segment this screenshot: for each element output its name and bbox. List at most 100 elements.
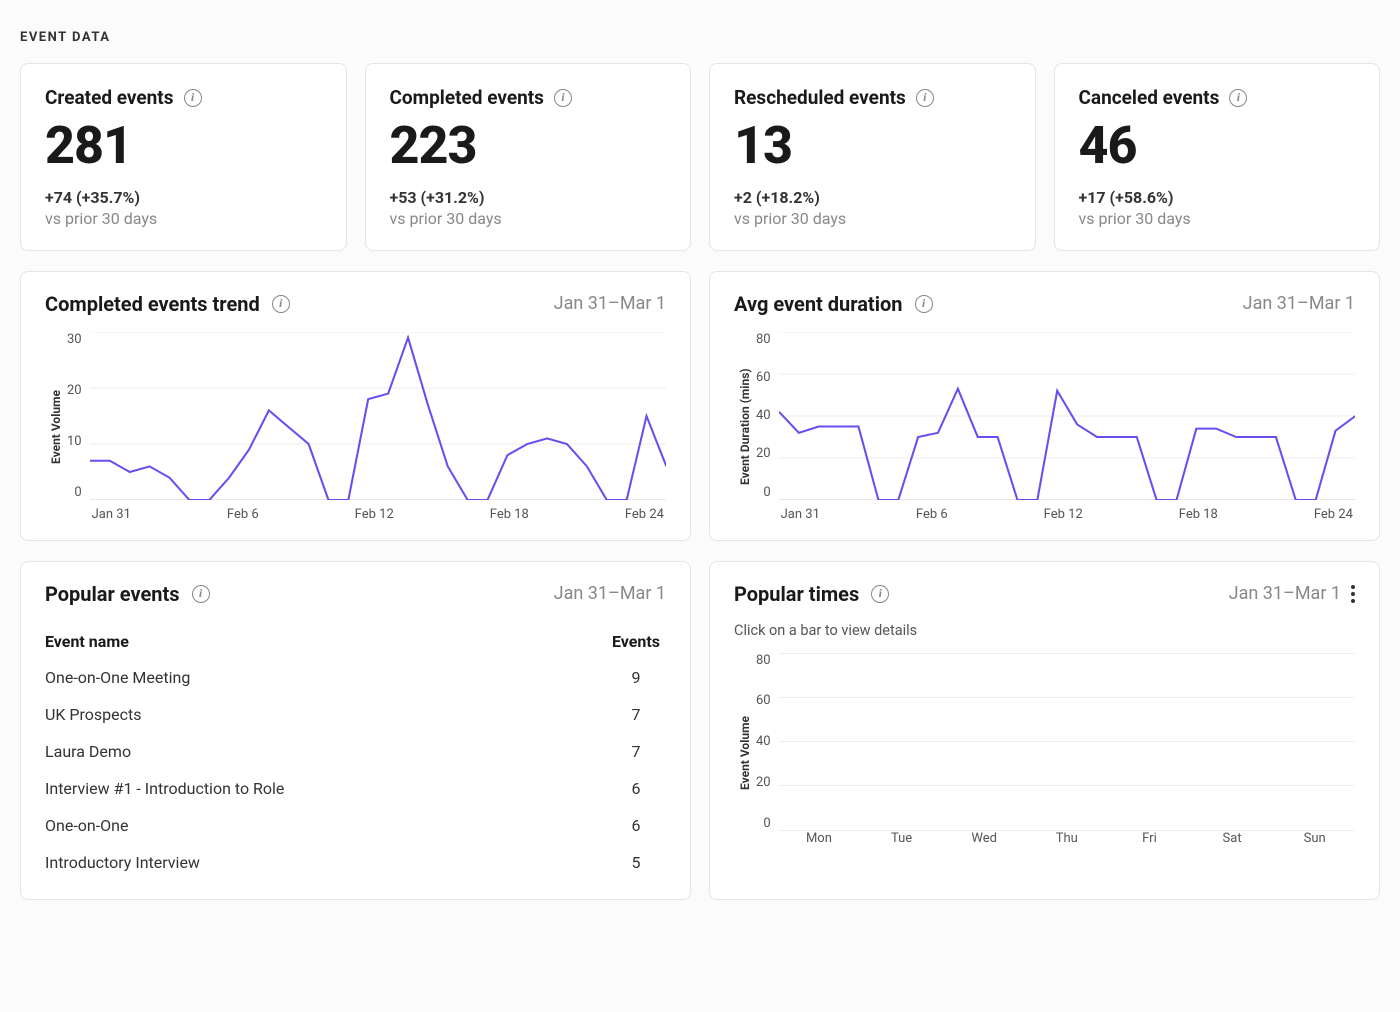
event-count: 5 <box>606 853 666 872</box>
y-tick: 0 <box>756 816 771 831</box>
section-label: EVENT DATA <box>20 30 1380 45</box>
x-tick: Jan 31 <box>781 507 820 522</box>
info-icon[interactable]: i <box>272 295 290 313</box>
info-icon[interactable]: i <box>1229 89 1247 107</box>
stat-title: Created events <box>45 86 174 109</box>
table-row[interactable]: Laura Demo 7 <box>45 733 666 770</box>
info-icon[interactable]: i <box>184 89 202 107</box>
y-ticks: 806040200 <box>752 653 779 853</box>
y-tick: 0 <box>756 485 771 500</box>
stat-card-created: Created events i 281 +74 (+35.7%) vs pri… <box>20 63 347 251</box>
stat-card-rescheduled: Rescheduled events i 13 +2 (+18.2%) vs p… <box>709 63 1036 251</box>
chart-date-range: Jan 31–Mar 1 <box>1243 293 1355 314</box>
y-tick: 30 <box>67 332 82 347</box>
x-tick: Feb 18 <box>1179 507 1218 522</box>
line-charts-row: Completed events trend i Jan 31–Mar 1 Ev… <box>20 271 1380 541</box>
y-tick: 10 <box>67 434 82 449</box>
stat-value: 281 <box>45 119 322 174</box>
event-name: One-on-One Meeting <box>45 668 190 687</box>
avg-duration-card: Avg event duration i Jan 31–Mar 1 Event … <box>709 271 1380 541</box>
more-menu-icon[interactable] <box>1351 585 1355 603</box>
x-ticks: MonTueWedThuFriSatSun <box>779 831 1355 853</box>
stat-compare: vs prior 30 days <box>1079 209 1356 228</box>
stat-compare: vs prior 30 days <box>390 209 667 228</box>
y-axis-label: Event Volume <box>734 653 752 853</box>
chart-title: Popular events <box>45 582 180 606</box>
x-ticks: Jan 31 Feb 6 Feb 12 Feb 18 Feb 24 <box>779 500 1355 522</box>
info-icon[interactable]: i <box>871 585 889 603</box>
stat-title: Canceled events <box>1079 86 1220 109</box>
event-count: 7 <box>606 705 666 724</box>
table-header: Event name Events <box>45 622 666 659</box>
stat-delta: +74 (+35.7%) <box>45 188 322 207</box>
x-ticks: Jan 31 Feb 6 Feb 12 Feb 18 Feb 24 <box>90 500 666 522</box>
chart-date-range: Jan 31–Mar 1 <box>554 583 666 604</box>
table-row[interactable]: Introductory Interview 5 <box>45 844 666 881</box>
x-tick: Feb 12 <box>1044 507 1083 522</box>
chart-title: Completed events trend <box>45 292 260 316</box>
info-icon[interactable]: i <box>192 585 210 603</box>
stat-value: 223 <box>390 119 667 174</box>
chart-title: Avg event duration <box>734 292 903 316</box>
info-icon[interactable]: i <box>915 295 933 313</box>
event-name: One-on-One <box>45 816 128 835</box>
table-row[interactable]: Interview #1 - Introduction to Role 6 <box>45 770 666 807</box>
event-count: 6 <box>606 816 666 835</box>
stat-delta: +2 (+18.2%) <box>734 188 1011 207</box>
x-tick: Feb 6 <box>916 507 948 522</box>
event-count: 6 <box>606 779 666 798</box>
event-count: 9 <box>606 668 666 687</box>
event-count: 7 <box>606 742 666 761</box>
table-row[interactable]: One-on-One 6 <box>45 807 666 844</box>
chart-title: Popular times <box>734 582 859 606</box>
info-icon[interactable]: i <box>554 89 572 107</box>
stat-title: Rescheduled events <box>734 86 906 109</box>
x-tick: Wed <box>950 831 1019 853</box>
stat-compare: vs prior 30 days <box>45 209 322 228</box>
chart-date-range: Jan 31–Mar 1 <box>1229 583 1341 604</box>
stat-value: 13 <box>734 119 1011 174</box>
popular-row: Popular events i Jan 31–Mar 1 Event name… <box>20 561 1380 900</box>
y-tick: 20 <box>756 446 771 461</box>
y-axis-label: Event Volume <box>45 332 63 522</box>
x-tick: Sun <box>1280 831 1349 853</box>
event-name: Laura Demo <box>45 742 131 761</box>
col-events: Events <box>606 632 666 651</box>
info-icon[interactable]: i <box>916 89 934 107</box>
stat-delta: +53 (+31.2%) <box>390 188 667 207</box>
stat-card-canceled: Canceled events i 46 +17 (+58.6%) vs pri… <box>1054 63 1381 251</box>
x-tick: Thu <box>1033 831 1102 853</box>
event-name: Introductory Interview <box>45 853 200 872</box>
x-tick: Jan 31 <box>92 507 131 522</box>
x-tick: Feb 6 <box>227 507 259 522</box>
popular-events-rows: One-on-One Meeting9UK Prospects7Laura De… <box>45 659 666 881</box>
x-tick: Mon <box>785 831 854 853</box>
x-tick: Feb 12 <box>355 507 394 522</box>
x-tick: Feb 18 <box>490 507 529 522</box>
hint-text: Click on a bar to view details <box>734 622 1355 639</box>
col-event-name: Event name <box>45 632 129 651</box>
x-tick: Sat <box>1198 831 1267 853</box>
y-tick: 80 <box>756 332 771 347</box>
stat-card-row: Created events i 281 +74 (+35.7%) vs pri… <box>20 63 1380 251</box>
completed-trend-card: Completed events trend i Jan 31–Mar 1 Ev… <box>20 271 691 541</box>
stat-compare: vs prior 30 days <box>734 209 1011 228</box>
y-tick: 60 <box>756 693 771 708</box>
table-row[interactable]: UK Prospects 7 <box>45 696 666 733</box>
line-chart <box>779 332 1355 500</box>
y-ticks: 806040200 <box>752 332 779 522</box>
stat-title: Completed events <box>390 86 544 109</box>
x-tick: Feb 24 <box>1314 507 1353 522</box>
y-tick: 40 <box>756 734 771 749</box>
event-name: Interview #1 - Introduction to Role <box>45 779 284 798</box>
event-name: UK Prospects <box>45 705 141 724</box>
x-tick: Tue <box>867 831 936 853</box>
y-ticks: 3020100 <box>63 332 90 522</box>
y-tick: 0 <box>67 485 82 500</box>
stat-delta: +17 (+58.6%) <box>1079 188 1356 207</box>
stat-value: 46 <box>1079 119 1356 174</box>
y-tick: 20 <box>756 775 771 790</box>
table-row[interactable]: One-on-One Meeting 9 <box>45 659 666 696</box>
x-tick: Feb 24 <box>625 507 664 522</box>
line-chart <box>90 332 666 500</box>
